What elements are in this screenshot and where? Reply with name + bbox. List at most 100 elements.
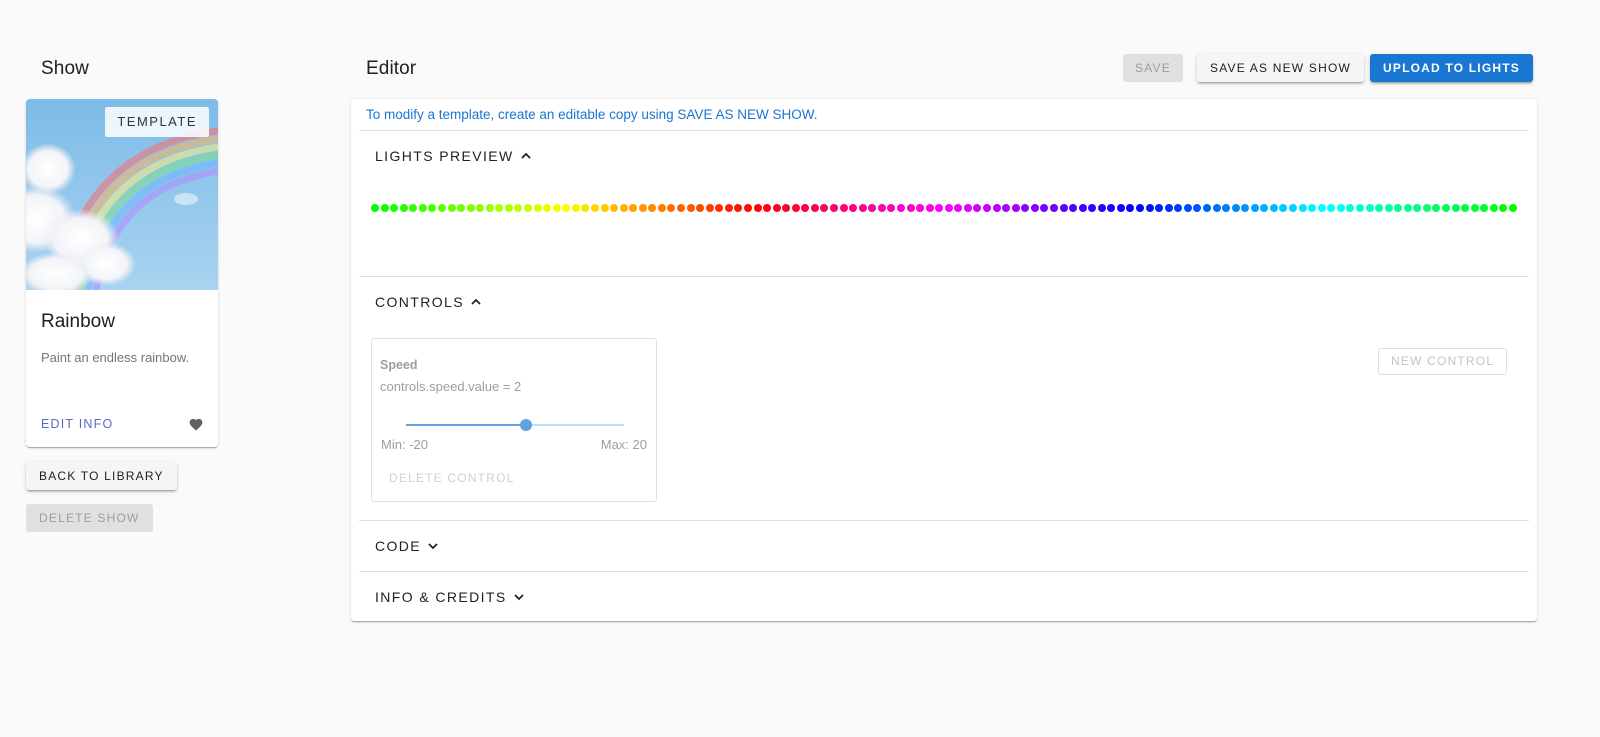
led-dot [1155,204,1164,212]
led-dot [1499,204,1508,212]
led-dot [858,204,867,212]
led-dot [983,204,992,212]
led-dot [705,204,714,212]
template-notice: To modify a template, create an editable… [366,107,818,122]
led-dot [877,204,886,212]
led-dot [686,204,695,212]
led-dot [418,204,427,212]
led-dot [610,204,619,212]
led-dot [495,204,504,212]
led-dot [743,204,752,212]
divider [359,130,1529,131]
led-dot [466,204,475,212]
back-to-library-button[interactable]: BACK TO LIBRARY [26,462,177,490]
delete-show-button[interactable]: DELETE SHOW [26,504,153,532]
led-dot [820,204,829,212]
controls-header[interactable]: CONTROLS [375,294,482,310]
led-dot [1097,204,1106,212]
led-dot [437,204,446,212]
led-dot [1394,204,1403,212]
led-dot [896,204,905,212]
show-thumbnail-image: TEMPLATE [26,99,218,290]
speed-slider-thumb[interactable] [519,419,532,431]
edit-info-button[interactable]: EDIT INFO [41,417,113,431]
led-dot [1422,204,1431,212]
led-dot [1183,204,1192,212]
control-min-label: Min: -20 [381,437,428,452]
led-dot [1193,204,1202,212]
led-dot [1365,204,1374,212]
led-dot [1250,204,1259,212]
led-dot [1384,204,1393,212]
led-dot [916,204,925,212]
led-dot [715,204,724,212]
info-credits-header[interactable]: INFO & CREDITS [375,589,525,605]
save-button[interactable]: SAVE [1123,54,1183,82]
control-expression: controls.speed.value = 2 [380,379,522,394]
delete-control-button[interactable]: DELETE CONTROL [389,471,515,485]
speed-control-card: Speed controls.speed.value = 2 Min: -20 … [371,338,657,502]
led-dot [1298,204,1307,212]
led-dot [1222,204,1231,212]
led-dot [1269,204,1278,212]
led-dot [1116,204,1125,212]
chevron-down-icon [513,594,524,601]
led-dot [1241,204,1250,212]
save-as-new-show-button[interactable]: SAVE AS NEW SHOW [1197,54,1364,82]
led-dot [963,204,972,212]
control-name: Speed [380,358,418,372]
led-dot [1355,204,1364,212]
led-dot [629,204,638,212]
led-dot [677,204,686,212]
led-dot [973,204,982,212]
code-header[interactable]: CODE [375,538,439,554]
led-dot [552,204,561,212]
led-dot [1145,204,1154,212]
led-dot [1059,204,1068,212]
led-dot [1451,204,1460,212]
led-dot [514,204,523,212]
info-credits-label: INFO & CREDITS [375,589,507,605]
speed-slider-track[interactable] [406,424,624,426]
led-dot [1174,204,1183,212]
led-dot [1231,204,1240,212]
led-dot [830,204,839,212]
led-dot [657,204,666,212]
led-dot [810,204,819,212]
led-dot [390,204,399,212]
led-dot [763,204,772,212]
led-dot [428,204,437,212]
upload-to-lights-button[interactable]: UPLOAD TO LIGHTS [1370,54,1533,82]
heart-icon[interactable] [188,417,204,431]
led-dot [504,204,513,212]
divider [359,520,1529,521]
led-dot [1442,204,1451,212]
led-dot [1489,204,1498,212]
lights-preview-header[interactable]: LIGHTS PREVIEW [375,148,532,164]
show-description: Paint an endless rainbow. [41,350,190,365]
led-dot [782,204,791,212]
led-dot [887,204,896,212]
lights-preview-label: LIGHTS PREVIEW [375,148,514,164]
editor-panel: To modify a template, create an editable… [351,99,1537,621]
led-dot [791,204,800,212]
led-dot [1049,204,1058,212]
led-dot [543,204,552,212]
led-dot [1346,204,1355,212]
led-dot [839,204,848,212]
chevron-down-icon [428,543,438,550]
led-dot [476,204,485,212]
led-dot [485,204,494,212]
led-dot [648,204,657,212]
divider [359,276,1529,277]
led-dot [724,204,733,212]
led-dot [992,204,1001,212]
led-dot [1040,204,1049,212]
chevron-up-icon [471,298,481,305]
led-dot [380,204,389,212]
show-heading: Show [41,58,89,79]
new-control-button[interactable]: NEW CONTROL [1378,348,1508,375]
led-dot [1021,204,1030,212]
led-dot [1480,204,1489,212]
led-dot [524,204,532,212]
